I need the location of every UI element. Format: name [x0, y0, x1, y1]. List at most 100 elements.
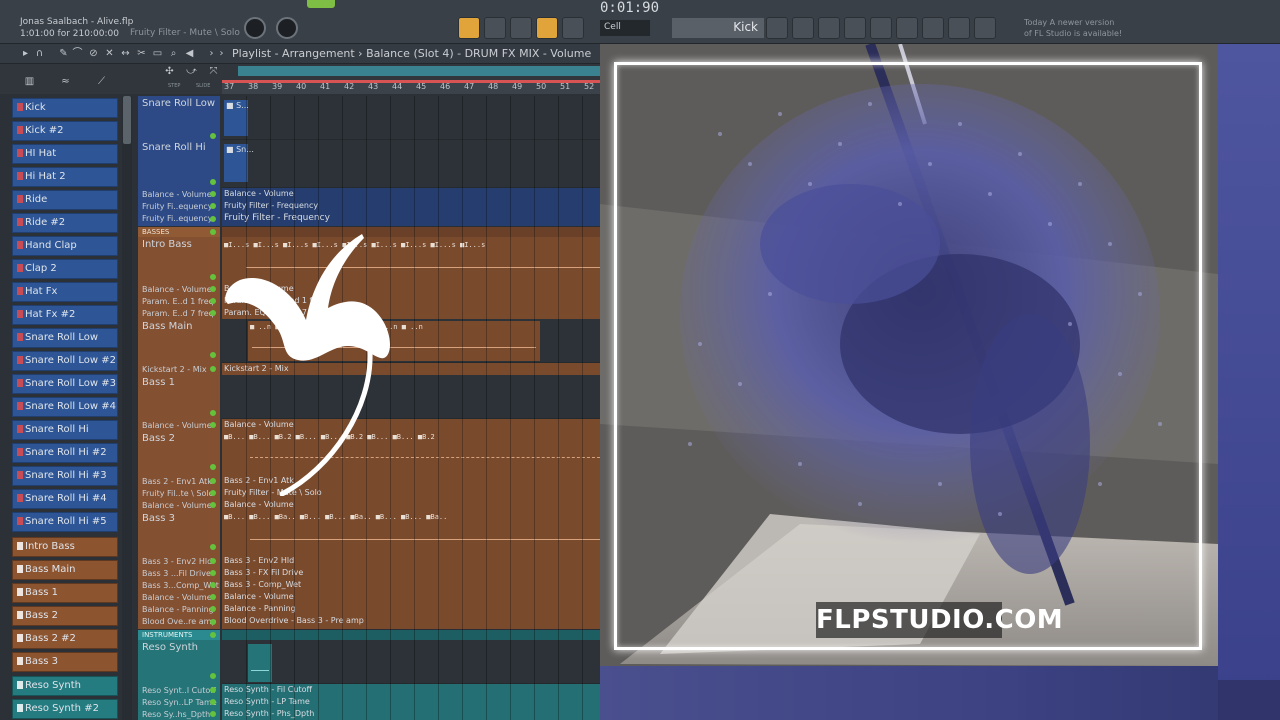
channel-item[interactable]: Bass 1 — [12, 583, 118, 603]
track-enable-led[interactable] — [210, 570, 216, 576]
track-enable-led[interactable] — [210, 133, 216, 139]
automation-track-header[interactable]: Bass 3...Comp_Wet — [138, 579, 220, 591]
automation-icon[interactable]: ⟋ — [96, 76, 107, 87]
snap-toggle-button[interactable] — [458, 17, 480, 39]
channel-item[interactable]: Ride — [12, 190, 118, 210]
automation-track-header[interactable]: Kickstart 2 - Mix — [138, 363, 220, 375]
track-enable-led[interactable] — [210, 544, 216, 550]
news-panel[interactable]: Today A newer version of FL Studio is av… — [1024, 17, 1122, 39]
group-enable-led[interactable] — [210, 229, 216, 235]
track-enable-led[interactable] — [210, 502, 216, 508]
track-header[interactable]: Reso Synth — [138, 640, 220, 684]
plugin-picker-button[interactable] — [896, 17, 918, 39]
automation-track-header[interactable]: Param. E..d 7 freq — [138, 307, 220, 319]
song-mode-badge[interactable] — [307, 0, 335, 8]
magnet-icon[interactable]: ∩ — [34, 48, 45, 59]
automation-track-header[interactable]: Balance - Volume — [138, 283, 220, 295]
automation-track-header[interactable]: Balance - Volume — [138, 499, 220, 511]
track-enable-led[interactable] — [210, 179, 216, 185]
stretch-icon[interactable]: ⤧ — [208, 66, 219, 77]
chevron-icon[interactable]: › — [216, 48, 227, 59]
track-lane[interactable]: ■ Sn... — [222, 140, 600, 188]
automation-track-header[interactable]: Reso Sy..hs_Dpth — [138, 708, 220, 720]
playback-icon[interactable]: ◀ — [184, 48, 195, 59]
automation-clip-label[interactable]: Balance - Volume — [224, 189, 294, 198]
track-header[interactable]: Intro Bass — [138, 237, 220, 283]
track-enable-led[interactable] — [210, 352, 216, 358]
track-enable-led[interactable] — [210, 711, 216, 717]
zoom-hint-icon[interactable]: ✣ — [164, 66, 175, 77]
slice-icon[interactable]: ✂ — [136, 48, 147, 59]
automation-clip-label[interactable]: Balance - Volume — [224, 500, 294, 509]
pattern-clip[interactable]: ■B... ■B... ■Ba.. ■B... ■B... ■Ba.. ■B..… — [224, 513, 598, 521]
pattern-clip[interactable] — [248, 644, 272, 682]
channel-item[interactable]: Snare Roll Low #4 — [12, 397, 118, 417]
automation-track-header[interactable]: Bass 3 - Env2 Hld — [138, 555, 220, 567]
channel-item[interactable]: Hi Hat 2 — [12, 167, 118, 187]
track-enable-led[interactable] — [210, 422, 216, 428]
automation-lane[interactable]: Bass 3 - Comp_Wet — [222, 579, 600, 591]
arrow-tool-button[interactable] — [484, 17, 506, 39]
channel-item[interactable]: Snare Roll Hi #2 — [12, 443, 118, 463]
brush-icon[interactable]: ⌒ — [72, 48, 83, 59]
channel-item[interactable]: HI Hat — [12, 144, 118, 164]
automation-track-header[interactable]: Reso Synt..l Cutoff — [138, 684, 220, 696]
channel-rack-button[interactable] — [818, 17, 840, 39]
track-enable-led[interactable] — [210, 310, 216, 316]
pattern-clip[interactable]: ■ Sn... — [224, 144, 254, 182]
channel-item[interactable]: Snare Roll Low #2 — [12, 351, 118, 371]
automation-track-header[interactable]: Fruity Fi..equency — [138, 200, 220, 212]
curve-icon[interactable]: ⤻ — [186, 66, 197, 77]
slip-icon[interactable]: ↔ — [120, 48, 131, 59]
channel-item[interactable]: Intro Bass — [12, 537, 118, 557]
menu-arrow-icon[interactable]: ▸ — [20, 48, 31, 59]
picker-scrollbar[interactable] — [122, 96, 132, 720]
automation-lane[interactable]: Bass 3 - FX Fil Drive — [222, 567, 600, 579]
channel-item[interactable]: Snare Roll Hi #5 — [12, 512, 118, 532]
channel-item[interactable]: Reso Synth — [12, 676, 118, 696]
channel-item[interactable]: Bass Main — [12, 560, 118, 580]
track-enable-led[interactable] — [210, 191, 216, 197]
track-enable-led[interactable] — [210, 699, 216, 705]
master-pitch-knob[interactable] — [276, 17, 298, 39]
track-enable-led[interactable] — [210, 478, 216, 484]
track-lane[interactable]: ■B... ■B... ■Ba.. ■B... ■B... ■Ba.. ■B..… — [222, 511, 600, 555]
automation-track-header[interactable]: Bass 3 ...Fil Drive — [138, 567, 220, 579]
automation-clip-label[interactable]: Balance - Volume — [224, 592, 294, 601]
plug-icon-button[interactable] — [922, 17, 944, 39]
automation-track-header[interactable]: Balance - Volume — [138, 188, 220, 200]
pattern-clip[interactable]: ■ S... — [224, 100, 249, 136]
automation-clip-label[interactable]: Bass 3 - Comp_Wet — [224, 580, 301, 589]
automation-lane[interactable]: Reso Synth - Fil Cutoff — [222, 684, 600, 696]
track-header[interactable]: Bass Main — [138, 319, 220, 363]
track-enable-led[interactable] — [210, 216, 216, 222]
track-enable-led[interactable] — [210, 298, 216, 304]
channel-item[interactable]: Bass 2 — [12, 606, 118, 626]
channel-item[interactable]: Ride #2 — [12, 213, 118, 233]
automation-lane[interactable]: Reso Synth - Phs_Dpth — [222, 708, 600, 720]
track-enable-led[interactable] — [210, 203, 216, 209]
stats-button[interactable] — [948, 17, 970, 39]
group-header-basses[interactable]: BASSES — [138, 227, 220, 237]
automation-lane[interactable]: Reso Synth - LP Tame — [222, 696, 600, 708]
channel-item[interactable]: Snare Roll Low #3 — [12, 374, 118, 394]
mute-icon[interactable]: ✕ — [104, 48, 115, 59]
mixer-button[interactable] — [844, 17, 866, 39]
track-lane[interactable] — [222, 640, 600, 684]
automation-lane[interactable]: Fruity Filter - Frequency — [222, 200, 600, 212]
channel-item[interactable]: Snare Roll Hi #3 — [12, 466, 118, 486]
automation-lane[interactable]: Balance - Panning — [222, 603, 600, 615]
select-icon[interactable]: ▭ — [152, 48, 163, 59]
automation-track-header[interactable]: Blood Ove..re amp — [138, 615, 220, 629]
stamp-tool-button[interactable] — [562, 17, 584, 39]
track-enable-led[interactable] — [210, 410, 216, 416]
automation-track-header[interactable]: Balance - Volume — [138, 591, 220, 603]
slice-tool-button[interactable] — [510, 17, 532, 39]
channel-item[interactable]: Hand Clap — [12, 236, 118, 256]
automation-clip-label[interactable]: Bass 3 - FX Fil Drive — [224, 568, 303, 577]
track-enable-led[interactable] — [210, 619, 216, 625]
browser-button[interactable] — [870, 17, 892, 39]
channel-item[interactable]: Bass 2 #2 — [12, 629, 118, 649]
channel-item[interactable]: Reso Synth #2 — [12, 699, 118, 719]
track-enable-led[interactable] — [210, 274, 216, 280]
